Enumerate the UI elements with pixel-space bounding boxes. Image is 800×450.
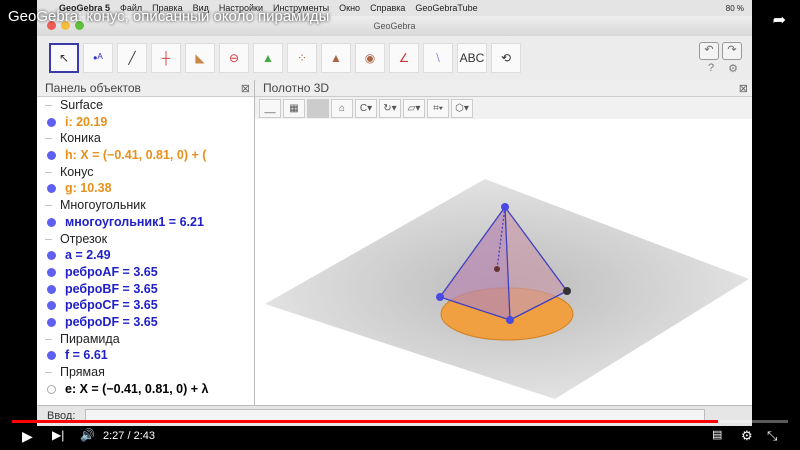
redo-button[interactable]: ↷ [722,42,742,60]
visibility-toggle[interactable] [47,217,56,227]
rotate-view-tool[interactable]: ⟲ [491,43,521,73]
category-header[interactable]: Surface [37,97,254,114]
video-title[interactable]: GeoGebra: конус, описанный около пирамид… [8,8,329,25]
menu-geogebratube[interactable]: GeoGebraTube [415,3,477,13]
plane-toggle[interactable] [307,98,329,118]
polygon-tool[interactable]: ◣ [185,43,215,73]
point-d [494,266,500,272]
algebra-item[interactable]: a = 2.49 [37,247,254,264]
toolbar: ↖ •ᴬ ╱ ┼ ◣ ⊖ ▲ ⁘ ▲ ◉ ∠ ⧵ ABC ⟲ ↶ ↷ ? ⚙ [37,36,752,80]
play-icon[interactable]: ▶ [22,428,33,445]
projection-dropdown[interactable]: ⬡▾ [451,98,473,118]
clipping-dropdown[interactable]: ⌗▾ [427,98,449,118]
subtitles-icon[interactable]: ▤ [712,428,722,441]
video-progress-bar[interactable] [12,420,788,423]
pyramid-tool[interactable]: ▲ [321,43,351,73]
algebra-item[interactable]: e: X = (−0.41, 0.81, 0) + λ [37,381,254,398]
category-header[interactable]: Пирамида [37,331,254,348]
axes-toggle[interactable]: __ [259,98,281,118]
point-b [506,316,514,324]
text-tool[interactable]: ABC [457,43,487,73]
animate-dropdown[interactable]: ↻▾ [379,98,401,118]
algebra-item[interactable]: f = 6.61 [37,347,254,364]
point-f [501,203,509,211]
object-definition: g: 10.38 [65,181,112,196]
category-header[interactable]: Конус [37,164,254,181]
object-definition: e: X = (−0.41, 0.81, 0) + λ [65,381,209,396]
menu-help[interactable]: Справка [370,3,405,13]
move-tool[interactable]: ↖ [49,43,79,73]
share-icon[interactable]: ➦ [773,10,786,30]
object-definition: реброCF = 3.65 [65,298,158,313]
object-definition: реброBF = 3.65 [65,281,158,296]
volume-icon[interactable]: 🔊 [80,428,95,442]
progress-fill [12,420,719,423]
next-icon[interactable]: ▶| [52,428,64,442]
window-title: GeoGebra [373,21,416,31]
visibility-toggle[interactable] [47,251,56,261]
gear-icon[interactable]: ⚙ [741,428,753,444]
geogebra-window: GeoGebra ↖ •ᴬ ╱ ┼ ◣ ⊖ ▲ ⁘ ▲ ◉ ∠ ⧵ ABC ⟲ … [37,16,752,426]
view-title: Полотно 3D [263,81,330,95]
category-header[interactable]: Многоугольник [37,197,254,214]
algebra-item[interactable]: h: X = (−0.41, 0.81, 0) + ( [37,147,254,164]
panel-title: Панель объектов [45,81,141,95]
undo-button[interactable]: ↶ [699,42,719,60]
algebra-item[interactable]: реброAF = 3.65 [37,264,254,281]
sphere-tool[interactable]: ◉ [355,43,385,73]
algebra-item[interactable]: реброCF = 3.65 [37,297,254,314]
view-direction-dropdown[interactable]: ▱▾ [403,98,425,118]
algebra-item[interactable]: реброBF = 3.65 [37,281,254,298]
visibility-toggle[interactable] [47,117,56,127]
help-icon[interactable]: ? [708,62,714,75]
circle-tool[interactable]: ⊖ [219,43,249,73]
algebra-item[interactable]: многоугольник1 = 6.21 [37,214,254,231]
line-tool[interactable]: ╱ [117,43,147,73]
angle-tool[interactable]: ∠ [389,43,419,73]
scene-3d[interactable] [255,119,752,405]
point-a [436,293,444,301]
visibility-toggle[interactable] [47,267,56,277]
intersect-tool[interactable]: ⁘ [287,43,317,73]
algebra-item[interactable]: g: 10.38 [37,180,254,197]
category-header[interactable]: Прямая [37,364,254,381]
video-controls: ▶ ▶| 🔊 2:27 / 2:43 ▤ ⚙ ⤡ [0,426,800,448]
graphics-3d-view[interactable]: Полотно 3D ⊠ __ ▦ ⌂ C▾ ↻▾ ▱▾ ⌗▾ ⬡▾ [255,80,752,405]
visibility-toggle[interactable] [47,184,56,194]
object-definition: h: X = (−0.41, 0.81, 0) + ( [65,148,207,163]
exit-fullscreen-icon[interactable]: ⤡ [767,428,777,444]
close-icon[interactable]: ⊠ [739,81,748,98]
rotate-dropdown[interactable]: C▾ [355,98,377,118]
visibility-toggle[interactable] [47,151,56,161]
category-header[interactable]: Отрезок [37,231,254,248]
close-icon[interactable]: ⊠ [241,81,250,98]
gear-icon[interactable]: ⚙ [728,62,738,75]
visibility-toggle[interactable] [47,351,56,361]
view3d-style-bar: __ ▦ ⌂ C▾ ↻▾ ▱▾ ⌗▾ ⬡▾ [255,97,752,119]
menu-window[interactable]: Окно [339,3,360,13]
object-definition: f = 6.61 [65,348,108,363]
algebra-item[interactable]: реброDF = 3.65 [37,314,254,331]
object-definition: реброAF = 3.65 [65,264,158,279]
visibility-toggle[interactable] [47,384,56,394]
algebra-item[interactable]: i: 20.19 [37,114,254,131]
reflect-tool[interactable]: ⧵ [423,43,453,73]
visibility-toggle[interactable] [47,284,56,294]
cone-tool[interactable]: ▲ [253,43,283,73]
perpendicular-tool[interactable]: ┼ [151,43,181,73]
point-tool[interactable]: •ᴬ [83,43,113,73]
visibility-toggle[interactable] [47,301,56,311]
object-definition: a = 2.49 [65,248,111,263]
battery-status: 80 % [725,3,744,13]
visibility-toggle[interactable] [47,317,56,327]
grid-toggle[interactable]: ▦ [283,98,305,118]
object-definition: реброDF = 3.65 [65,314,158,329]
point-c [563,287,571,295]
video-time: 2:27 / 2:43 [103,430,155,442]
object-definition: многоугольник1 = 6.21 [65,214,204,229]
object-definition: i: 20.19 [65,114,108,129]
category-header[interactable]: Коника [37,130,254,147]
home-icon[interactable]: ⌂ [331,98,353,118]
algebra-panel: Панель объектов ⊠ Surfacei: 20.19Коникаh:… [37,80,255,405]
